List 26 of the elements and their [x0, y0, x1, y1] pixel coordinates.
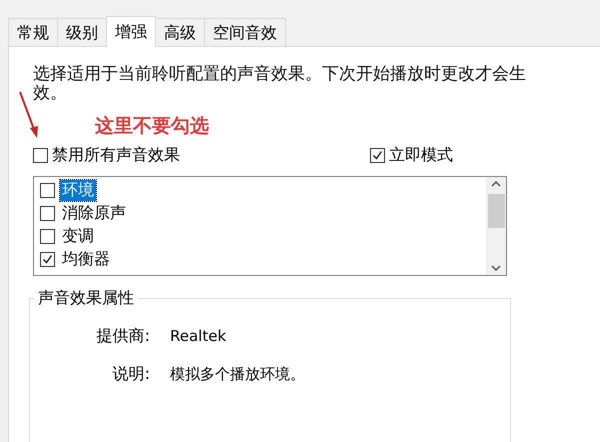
checkbox-label: 立即模式 [389, 145, 453, 166]
description-text: 选择适用于当前聆听配置的声音效果。下次开始播放时更改才会生效。 [33, 65, 527, 103]
list-item[interactable]: 消除原声 [60, 203, 128, 224]
checkbox[interactable] [40, 252, 55, 267]
checkbox[interactable] [40, 183, 55, 198]
tab[interactable]: 常规 [8, 18, 58, 46]
property-value: 模拟多个播放环境。 [170, 364, 305, 384]
scroll-thumb[interactable] [488, 194, 504, 228]
chevron-down-icon[interactable] [491, 265, 501, 271]
checkbox[interactable] [40, 206, 55, 221]
tab[interactable]: 增强 [106, 16, 156, 47]
checkbox[interactable] [370, 148, 385, 163]
annotation-text: 这里不要勾选 [95, 114, 210, 137]
group-title: 声音效果属性 [37, 288, 135, 309]
list-item[interactable]: 环境 [60, 180, 96, 201]
tab[interactable]: 空间音效 [204, 18, 286, 46]
list-item[interactable]: 均衡器 [60, 249, 112, 270]
property-label: 提供商: [96, 326, 150, 346]
scrollbar[interactable] [486, 177, 506, 275]
checkbox[interactable] [33, 148, 48, 163]
chevron-up-icon[interactable] [491, 181, 501, 187]
list-item[interactable]: 变调 [60, 226, 96, 247]
checkbox[interactable] [40, 229, 55, 244]
property-label: 说明: [112, 364, 150, 384]
property-value: Realtek [170, 327, 226, 345]
checkbox-label: 禁用所有声音效果 [52, 145, 180, 166]
